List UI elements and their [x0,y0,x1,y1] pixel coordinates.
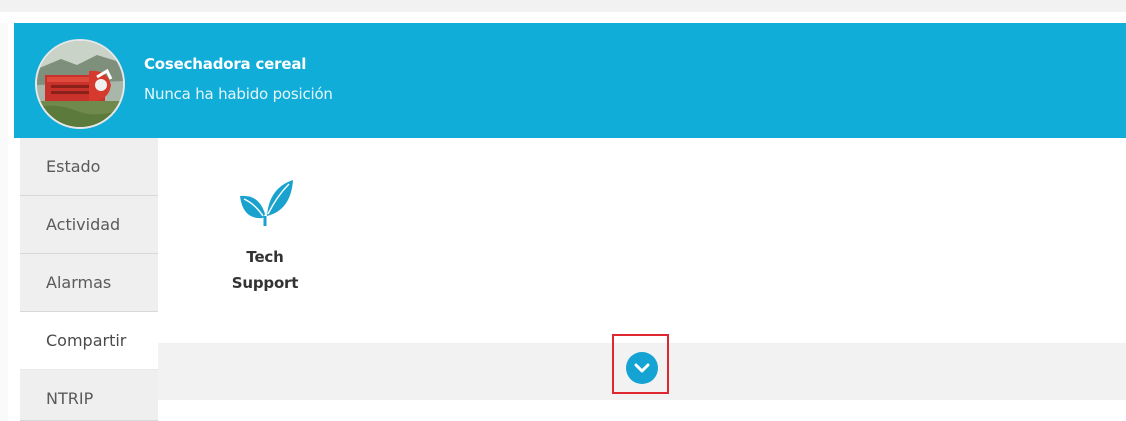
share-tech-support[interactable]: Tech Support [210,178,320,298]
share-label-line2: Support [231,274,299,292]
leaf-icon [237,178,293,228]
machine-name: Cosechadora cereal [144,55,307,73]
expand-button[interactable] [626,352,658,384]
share-label-line1: Tech [246,248,284,266]
tab-compartir[interactable]: Compartir [20,312,158,370]
share-label: Tech Support [210,244,320,296]
left-edge [0,23,8,421]
sidebar-tabs: Estado Actividad Alarmas Compartir NTRIP [20,138,158,421]
machine-header: Cosechadora cereal Nunca ha habido posic… [14,23,1126,138]
page: Cosechadora cereal Nunca ha habido posic… [0,0,1126,421]
tab-ntrip[interactable]: NTRIP [20,370,158,421]
machine-status: Nunca ha habido posición [144,85,333,103]
tab-estado[interactable]: Estado [20,138,158,196]
tab-alarmas[interactable]: Alarmas [20,254,158,312]
top-strip [0,0,1126,12]
chevron-down-icon [634,363,650,373]
machine-avatar [35,39,125,129]
tab-actividad[interactable]: Actividad [20,196,158,254]
